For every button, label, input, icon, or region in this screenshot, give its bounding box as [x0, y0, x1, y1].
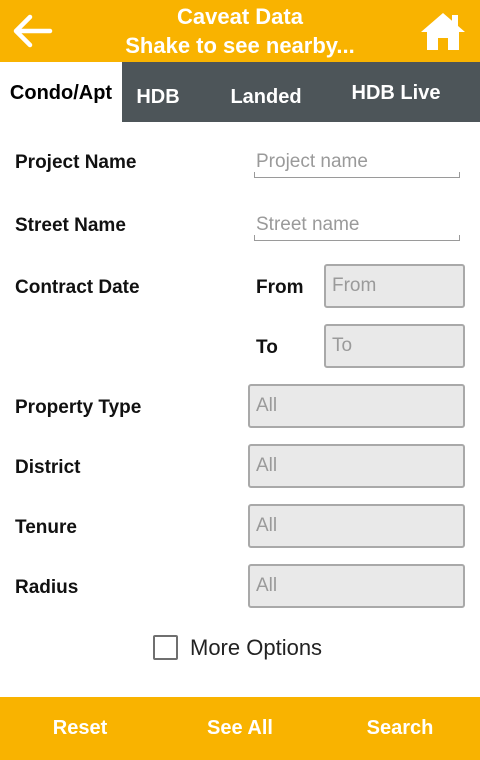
- radius-select[interactable]: [248, 564, 465, 608]
- property-type-select[interactable]: [248, 384, 465, 428]
- from-label: From: [256, 277, 304, 298]
- street-name-input[interactable]: [254, 209, 460, 241]
- more-options-label: More Options: [190, 635, 323, 660]
- property-type-label: Property Type: [15, 397, 142, 418]
- see-all-button[interactable]: See All: [160, 697, 320, 760]
- tenure-label: Tenure: [15, 517, 77, 538]
- reset-label: Reset: [52, 717, 108, 739]
- tab-condo-apt[interactable]: Condo/Apt: [0, 62, 122, 122]
- more-options-checkbox[interactable]: [153, 635, 178, 660]
- home-button[interactable]: [418, 8, 468, 54]
- tab-hdb[interactable]: HDB: [122, 62, 194, 122]
- home-icon: [421, 13, 465, 50]
- tab-bar: Condo/Apt HDB Landed HDB Live: [0, 62, 480, 122]
- to-date-field[interactable]: [324, 324, 465, 368]
- radius-label: Radius: [15, 577, 79, 598]
- see-all-label: See All: [207, 717, 273, 739]
- tab-label: HDB: [136, 86, 180, 108]
- input-underline-tick: [459, 235, 460, 241]
- tab-landed[interactable]: Landed: [216, 62, 316, 122]
- tab-label: Landed: [230, 86, 302, 108]
- tenure-select[interactable]: [248, 504, 465, 548]
- input-underline-tick: [459, 172, 460, 178]
- input-underline-tick: [254, 235, 255, 241]
- to-label: To: [256, 337, 278, 358]
- search-label: Search: [366, 717, 434, 739]
- project-name-input[interactable]: [254, 146, 460, 178]
- footer-bar: Reset See All Search: [0, 697, 480, 760]
- back-button[interactable]: [8, 8, 58, 54]
- project-name-label: Project Name: [15, 152, 137, 173]
- input-underline-tick: [254, 172, 255, 178]
- page-title: Caveat Data: [177, 4, 303, 29]
- tab-label: Condo/Apt: [9, 82, 113, 104]
- from-date-field[interactable]: [324, 264, 465, 308]
- tab-label: HDB Live: [351, 82, 441, 104]
- district-select[interactable]: [248, 444, 465, 488]
- street-name-label: Street Name: [15, 215, 126, 236]
- contract-date-label: Contract Date: [15, 277, 140, 298]
- district-label: District: [15, 457, 81, 478]
- page-subtitle: Shake to see nearby...: [125, 33, 355, 58]
- search-button[interactable]: Search: [320, 697, 480, 760]
- tab-hdb-live[interactable]: HDB Live: [340, 62, 452, 122]
- arrow-left-icon: [13, 14, 53, 48]
- reset-button[interactable]: Reset: [0, 697, 160, 760]
- app-header: Caveat Data Shake to see nearby...: [0, 0, 480, 62]
